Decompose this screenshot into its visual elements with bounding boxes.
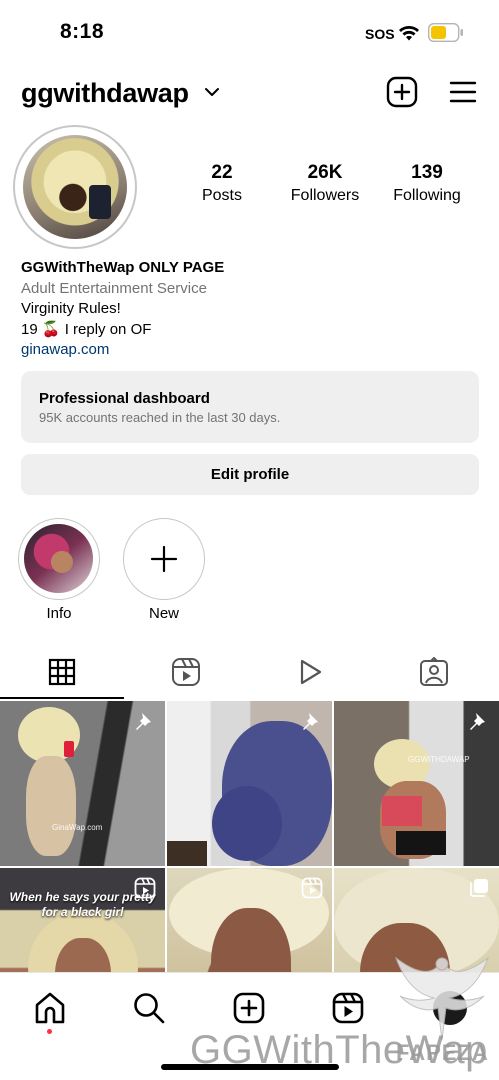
- professional-dashboard[interactable]: Professional dashboard 95K accounts reac…: [21, 371, 479, 443]
- battery-icon: [428, 23, 463, 42]
- avatar-phone: [89, 185, 111, 219]
- following-label: Following: [393, 187, 461, 204]
- reels-icon[interactable]: [331, 991, 365, 1025]
- home-notification-dot: [47, 1029, 52, 1034]
- followers-stat[interactable]: 26K Followers: [270, 162, 380, 205]
- create-icon[interactable]: [232, 991, 266, 1025]
- dashboard-subtitle: 95K accounts reached in the last 30 days…: [39, 410, 281, 425]
- status-bar: 8:18 SOS: [0, 0, 499, 64]
- avatar-image: [23, 135, 127, 239]
- tab-videos[interactable]: [248, 645, 372, 699]
- highlight-label: Info: [46, 605, 72, 622]
- followers-count: 26K: [307, 162, 343, 183]
- home-indicator: [161, 1064, 339, 1070]
- bio-line-2: 19 🍒 I reply on OF: [21, 320, 152, 338]
- followers-label: Followers: [290, 187, 360, 204]
- wifi-icon: [399, 26, 419, 41]
- grid-icon: [48, 658, 76, 686]
- post-phone: [64, 741, 74, 757]
- post-figure: [26, 756, 76, 856]
- pin-icon: [136, 713, 151, 730]
- carousel-icon: [470, 879, 488, 897]
- post-tile[interactable]: GinaWap.com: [0, 701, 165, 866]
- home-icon[interactable]: [33, 991, 67, 1025]
- post-figure: [212, 786, 282, 861]
- highlight-info[interactable]: Info: [17, 518, 101, 622]
- edit-profile-button[interactable]: Edit profile: [21, 454, 479, 495]
- username[interactable]: ggwithdawap: [21, 78, 189, 109]
- dashboard-title: Professional dashboard: [39, 390, 210, 407]
- status-time: 8:18: [60, 20, 105, 43]
- highlight-label: New: [148, 605, 179, 622]
- profile-header: ggwithdawap: [0, 72, 499, 116]
- following-count: 139: [411, 162, 443, 183]
- pin-icon: [303, 713, 318, 730]
- posts-stat[interactable]: 22 Posts: [167, 162, 277, 205]
- chevron-down-icon[interactable]: [204, 86, 220, 98]
- search-icon[interactable]: [132, 991, 166, 1025]
- post-watermark: GGWITHDAWAP: [408, 755, 470, 764]
- reel-badge-icon: [134, 877, 156, 899]
- highlight-new[interactable]: New: [122, 518, 206, 622]
- tab-tagged[interactable]: [372, 645, 496, 699]
- pin-icon: [470, 713, 485, 730]
- highlight-cover: [24, 524, 93, 593]
- category-label: Adult Entertainment Service: [21, 279, 207, 297]
- post-tile[interactable]: GGWITHDAWAP: [334, 701, 499, 866]
- post-shorts: [396, 831, 446, 855]
- play-icon: [300, 659, 322, 685]
- following-stat[interactable]: 139 Following: [372, 162, 482, 205]
- create-post-icon[interactable]: [386, 76, 418, 108]
- tab-posts[interactable]: [0, 645, 124, 699]
- highlight-ring: [123, 518, 205, 600]
- post-tile[interactable]: [167, 701, 332, 866]
- tab-reels[interactable]: [124, 645, 248, 699]
- highlight-ring: [18, 518, 100, 600]
- tagged-icon: [420, 657, 448, 686]
- watermark-brand: FAPEZA: [396, 1040, 489, 1065]
- status-carrier: SOS: [365, 26, 395, 42]
- bio-link[interactable]: ginawap.com: [21, 340, 481, 361]
- profile-avatar[interactable]: [13, 125, 137, 249]
- active-tab-indicator: [0, 697, 124, 699]
- post-rug: [167, 841, 207, 866]
- post-top: [382, 796, 422, 826]
- reels-icon: [172, 658, 200, 686]
- profile-bio: GGWithTheWap ONLY PAGE Adult Entertainme…: [21, 258, 481, 361]
- post-watermark: GinaWap.com: [52, 823, 103, 832]
- menu-icon[interactable]: [449, 80, 477, 104]
- profile-tabs: [0, 645, 499, 701]
- posts-label: Posts: [201, 187, 242, 204]
- posts-count: 22: [211, 162, 233, 183]
- bio-line-1: Virginity Rules!: [21, 300, 121, 317]
- plus-icon: [150, 545, 178, 573]
- display-name: GGWithTheWap ONLY PAGE: [21, 259, 225, 276]
- reel-badge-icon: [301, 877, 323, 899]
